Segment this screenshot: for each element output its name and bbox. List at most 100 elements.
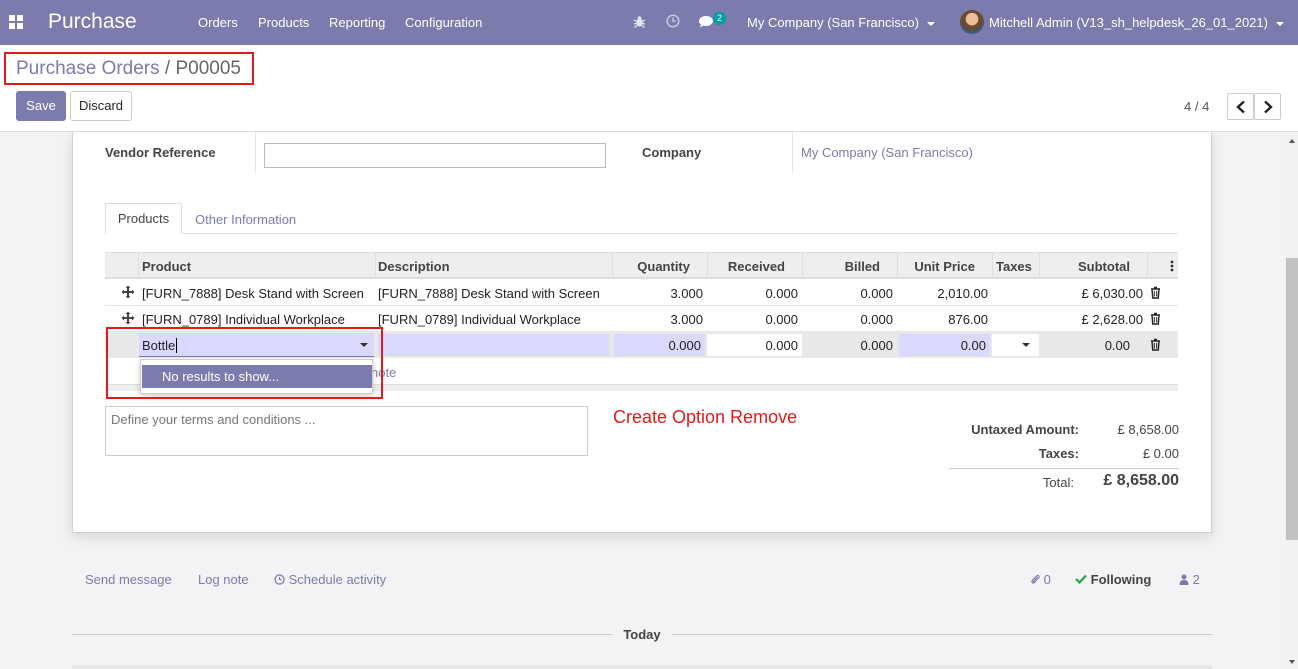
received-input-value: 0.000	[765, 338, 798, 353]
cell-billed[interactable]: 0.000	[802, 312, 893, 327]
cell-received[interactable]: 0.000	[707, 286, 798, 301]
attachments-count: 0	[1043, 572, 1051, 587]
scrollbar-thumb[interactable]	[1286, 258, 1298, 540]
quantity-input[interactable]: 0.000	[614, 334, 705, 356]
breadcrumb-separator: /	[164, 58, 171, 79]
column-divider	[375, 253, 376, 278]
avatar[interactable]	[960, 10, 984, 34]
untaxed-amount-value: £ 8,658.00	[1117, 422, 1179, 437]
untaxed-amount-label: Untaxed Amount:	[971, 422, 1079, 437]
breadcrumb: Purchase Orders / P00005	[4, 52, 254, 85]
menu-orders[interactable]: Orders	[198, 15, 238, 30]
cell-billed: 0.000	[860, 338, 893, 353]
optional-columns-icon[interactable]	[1170, 260, 1174, 272]
tabs-divider	[105, 233, 1178, 234]
cell-product[interactable]: [FURN_7888] Desk Stand with Screen	[142, 286, 364, 301]
apps-grid-icon[interactable]	[9, 15, 23, 29]
cell-description[interactable]: [FURN_7888] Desk Stand with Screen	[378, 286, 600, 301]
company-switcher-label: My Company (San Francisco)	[747, 15, 919, 30]
column-quantity[interactable]: Quantity	[612, 259, 690, 274]
menu-configuration[interactable]: Configuration	[405, 15, 482, 30]
cell-unit-price[interactable]: 876.00	[897, 312, 988, 327]
breadcrumb-parent[interactable]: Purchase Orders	[16, 58, 160, 79]
tab-other-information[interactable]: Other Information	[195, 212, 296, 227]
schedule-activity-label: Schedule activity	[288, 572, 387, 587]
user-icon	[1179, 574, 1189, 585]
column-unit-price[interactable]: Unit Price	[897, 259, 975, 274]
cell-received[interactable]: 0.000	[707, 312, 798, 327]
cell-quantity[interactable]: 3.000	[612, 312, 703, 327]
unit-price-input[interactable]: 0.00	[899, 334, 990, 356]
terms-conditions-field[interactable]: Define your terms and conditions ...	[105, 406, 588, 456]
chat-icon[interactable]	[698, 15, 714, 28]
menu-products[interactable]: Products	[258, 15, 309, 30]
cell-quantity[interactable]: 3.000	[612, 286, 703, 301]
clock-icon[interactable]	[666, 14, 680, 28]
attachments-button[interactable]: 0	[1030, 572, 1051, 587]
pager-next-button[interactable]	[1254, 93, 1281, 120]
save-button[interactable]: Save	[16, 91, 66, 121]
following-label: Following	[1090, 572, 1152, 587]
column-divider	[138, 253, 139, 278]
scroll-down-arrow-icon[interactable]	[1289, 660, 1295, 664]
check-icon	[1075, 574, 1087, 585]
taxes-label: Taxes:	[1038, 446, 1079, 461]
column-description[interactable]: Description	[378, 259, 450, 274]
cell-unit-price[interactable]: 2,010.00	[897, 286, 988, 301]
pager-value[interactable]: 4 / 4	[1184, 99, 1209, 114]
trash-icon[interactable]	[1150, 338, 1161, 351]
taxes-input[interactable]	[992, 334, 1039, 356]
column-received[interactable]: Received	[707, 259, 785, 274]
top-navbar: Purchase Orders Products Reporting Confi…	[0, 0, 1298, 45]
pager-previous-button[interactable]	[1227, 93, 1254, 120]
drag-handle-icon[interactable]	[121, 285, 135, 299]
scroll-up-arrow-icon[interactable]	[1289, 139, 1295, 143]
terms-placeholder: Define your terms and conditions ...	[111, 412, 316, 427]
cell-billed[interactable]: 0.000	[802, 286, 893, 301]
description-input[interactable]	[378, 334, 609, 356]
schedule-activity-button[interactable]: Schedule activity	[274, 572, 386, 587]
log-note-button[interactable]: Log note	[198, 572, 249, 587]
user-menu[interactable]: Mitchell Admin (V13_sh_helpdesk_26_01_20…	[989, 15, 1284, 30]
followers-button[interactable]: 2	[1179, 572, 1200, 587]
column-subtotal[interactable]: Subtotal	[1039, 259, 1130, 274]
trash-icon[interactable]	[1150, 286, 1161, 299]
chevron-right-icon	[1264, 100, 1273, 114]
following-button[interactable]: Following	[1075, 572, 1151, 587]
cell-product[interactable]: [FURN_0789] Individual Workplace	[142, 312, 345, 327]
company-value[interactable]: My Company (San Francisco)	[801, 145, 973, 160]
send-message-button[interactable]: Send message	[85, 572, 172, 587]
taxes-value: £ 0.00	[1142, 446, 1179, 461]
column-billed[interactable]: Billed	[802, 259, 880, 274]
order-lines-header: Product Description Quantity Received Bi…	[105, 252, 1178, 279]
column-taxes[interactable]: Taxes	[996, 259, 1032, 274]
chevron-down-icon	[1022, 343, 1030, 347]
column-divider	[1147, 253, 1148, 278]
trash-icon[interactable]	[1150, 312, 1161, 325]
drag-handle-icon[interactable]	[121, 311, 135, 325]
field-divider	[792, 132, 793, 172]
paperclip-icon	[1031, 574, 1040, 584]
table-row[interactable]: [FURN_7888] Desk Stand with Screen [FURN…	[105, 280, 1178, 306]
highlight-annotation-box	[106, 327, 383, 399]
total-value: £ 8,658.00	[1103, 472, 1179, 489]
unit-price-input-value: 0.00	[960, 338, 986, 353]
cell-subtotal: £ 2,628.00	[1081, 312, 1143, 327]
vendor-reference-input[interactable]	[264, 143, 606, 168]
cell-description[interactable]: [FURN_0789] Individual Workplace	[378, 312, 581, 327]
tab-products[interactable]: Products	[105, 203, 182, 234]
followers-count: 2	[1192, 572, 1200, 587]
received-input[interactable]: 0.000	[707, 334, 802, 356]
company-switcher[interactable]: My Company (San Francisco)	[747, 15, 935, 30]
menu-reporting[interactable]: Reporting	[329, 15, 385, 30]
cell-subtotal: £ 6,030.00	[1081, 286, 1143, 301]
bug-icon[interactable]	[633, 15, 646, 28]
discard-button[interactable]: Discard	[70, 91, 132, 121]
total-label: Total:	[1042, 475, 1074, 490]
form-view: Vendor Reference Company My Company (San…	[0, 131, 1298, 669]
user-menu-label: Mitchell Admin (V13_sh_helpdesk_26_01_20…	[989, 15, 1268, 30]
column-product[interactable]: Product	[142, 259, 191, 274]
column-divider	[992, 253, 993, 278]
app-name[interactable]: Purchase	[48, 10, 137, 34]
message-count-badge: 2	[713, 12, 726, 25]
